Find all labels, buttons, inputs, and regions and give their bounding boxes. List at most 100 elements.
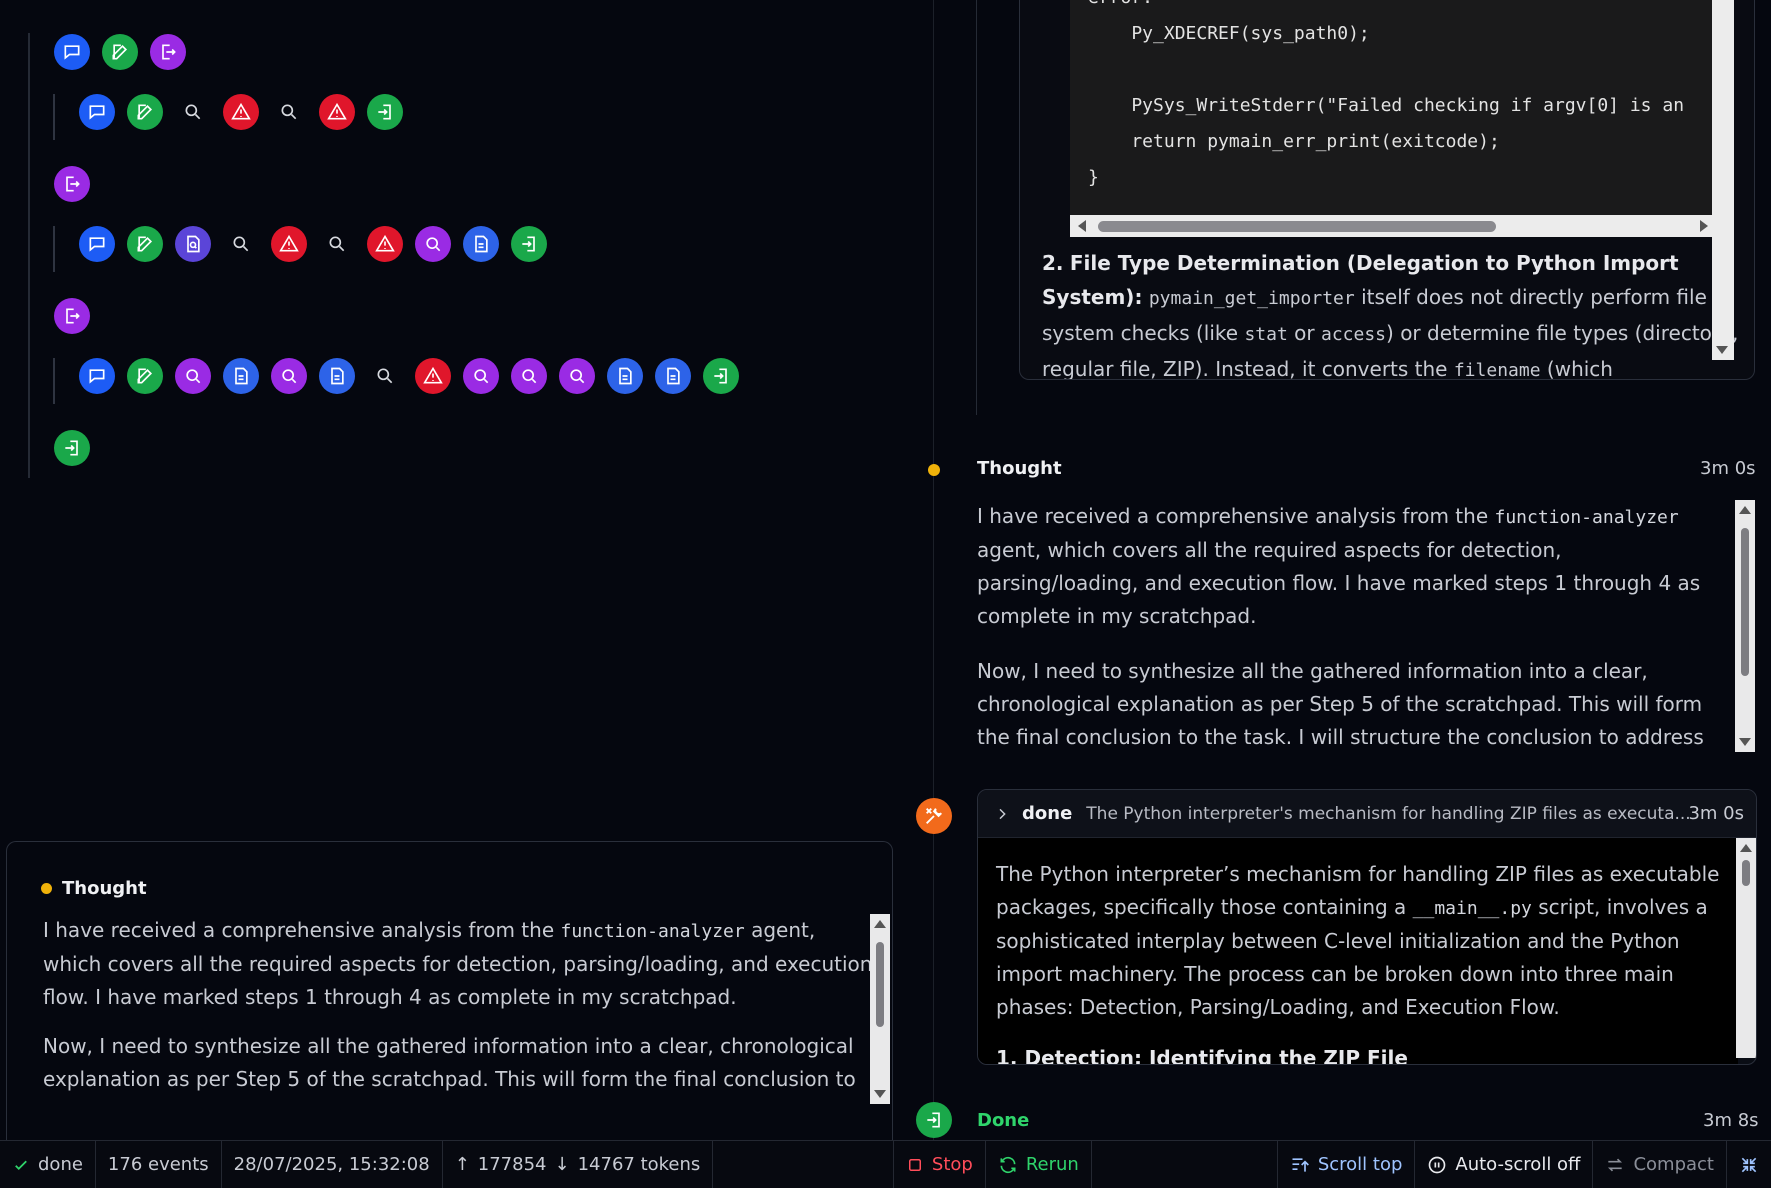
scroll-thumb[interactable] <box>876 942 884 1027</box>
chat-icon[interactable] <box>54 34 90 70</box>
thought-title: Thought <box>977 458 1062 479</box>
enter-icon[interactable] <box>54 430 90 466</box>
run-status: done <box>0 1141 96 1188</box>
exit-icon[interactable] <box>54 166 90 202</box>
tokens-output: 14767 tokens <box>577 1154 701 1175</box>
warning-icon[interactable] <box>223 94 259 130</box>
stop-button[interactable]: Stop <box>892 1141 986 1188</box>
inline-code: pymain_get_importer <box>1148 288 1355 309</box>
tool-result-header[interactable]: done The Python interpreter's mechanism … <box>978 790 1756 838</box>
search-icon[interactable] <box>175 358 211 394</box>
timeline-line <box>28 33 30 478</box>
rerun-button[interactable]: Rerun <box>986 1141 1092 1188</box>
inline-code: function-analyzer <box>1494 507 1679 528</box>
right-timeline-line <box>976 0 977 415</box>
search-icon[interactable] <box>367 358 403 394</box>
thought-paragraph: I have received a comprehensive analysis… <box>977 500 1725 633</box>
result-scrollbar[interactable] <box>1736 838 1756 1058</box>
thought-content: I have received a comprehensive analysis… <box>977 500 1725 752</box>
thought-paragraph: Now, I need to synthesize all the gather… <box>977 659 1704 749</box>
chevron-right-icon[interactable] <box>994 806 1010 822</box>
edit-icon[interactable] <box>102 34 138 70</box>
status-bar: done 176 events 28/07/2025, 15:32:08 ↑ 1… <box>0 1140 1771 1188</box>
scroll-thumb[interactable] <box>1742 860 1750 886</box>
scroll-thumb[interactable] <box>1098 221 1496 232</box>
search-icon[interactable] <box>271 358 307 394</box>
scroll-up-arrow[interactable] <box>1739 506 1751 514</box>
list-number: 2. <box>1042 251 1064 275</box>
search-icon[interactable] <box>175 94 211 130</box>
tools-icon <box>916 798 952 834</box>
exit-icon[interactable] <box>54 298 90 334</box>
code-block: error: Py_XDECREF(sys_path0); PySys_Writ… <box>1070 0 1716 215</box>
inline-code: __main__.py <box>1412 898 1532 919</box>
chat-icon[interactable] <box>79 94 115 130</box>
pause-icon <box>1429 1156 1446 1173</box>
sub-timeline-line <box>53 94 55 140</box>
search-icon[interactable] <box>271 94 307 130</box>
thought-scrollbar[interactable] <box>870 914 890 1104</box>
scroll-left-arrow[interactable] <box>1078 220 1086 232</box>
text: I have received a comprehensive analysis… <box>977 504 1495 528</box>
numbered-list-item: 2. File Type Determination (Delegation t… <box>1042 246 1742 379</box>
enter-icon[interactable] <box>703 358 739 394</box>
scroll-top-label: Scroll top <box>1317 1154 1403 1175</box>
warning-icon[interactable] <box>319 94 355 130</box>
scroll-down-arrow[interactable] <box>874 1090 886 1098</box>
enter-icon[interactable] <box>367 94 403 130</box>
warning-icon[interactable] <box>271 226 307 262</box>
scroll-right-arrow[interactable] <box>1700 220 1708 232</box>
enter-icon[interactable] <box>511 226 547 262</box>
search-icon[interactable] <box>511 358 547 394</box>
scroll-up-arrow[interactable] <box>874 920 886 928</box>
scroll-down-arrow[interactable] <box>1716 346 1728 354</box>
result-paragraph: The Python interpreter’s mechanism for h… <box>996 858 1720 1024</box>
edit-icon[interactable] <box>127 358 163 394</box>
tool-result-body: The Python interpreter’s mechanism for h… <box>978 838 1738 1065</box>
timeline-row-5 <box>54 298 90 334</box>
chat-icon[interactable] <box>79 358 115 394</box>
file-icon[interactable] <box>223 358 259 394</box>
search-icon[interactable] <box>559 358 595 394</box>
panel-divider[interactable] <box>933 0 934 1140</box>
search-icon[interactable] <box>319 226 355 262</box>
compact-button[interactable]: Compact <box>1593 1141 1727 1188</box>
file-icon[interactable] <box>655 358 691 394</box>
file-icon[interactable] <box>607 358 643 394</box>
scroll-down-arrow[interactable] <box>1739 738 1751 746</box>
search-icon[interactable] <box>463 358 499 394</box>
exit-icon[interactable] <box>150 34 186 70</box>
file-search-icon[interactable] <box>175 226 211 262</box>
file-icon[interactable] <box>319 358 355 394</box>
thought-paragraph: I have received a comprehensive analysis… <box>43 914 873 1014</box>
warning-icon[interactable] <box>367 226 403 262</box>
arrow-up-icon: ↑ <box>454 1154 470 1175</box>
warning-icon[interactable] <box>415 358 451 394</box>
thought-scrollbar[interactable] <box>1735 500 1755 752</box>
code-hscrollbar[interactable] <box>1070 215 1716 237</box>
scroll-top-button[interactable]: Scroll top <box>1276 1141 1416 1188</box>
search-icon[interactable] <box>223 226 259 262</box>
timeline-row-3 <box>54 166 90 202</box>
chat-icon[interactable] <box>79 226 115 262</box>
file-icon[interactable] <box>463 226 499 262</box>
thought-paragraph: Now, I need to synthesize all the gather… <box>43 1034 856 1091</box>
search-icon[interactable] <box>415 226 451 262</box>
scroll-thumb[interactable] <box>1741 528 1749 676</box>
output-scrollbar[interactable] <box>1712 0 1734 360</box>
done-title: Done <box>977 1110 1030 1131</box>
text: or <box>1287 321 1321 345</box>
scroll-thumb[interactable] <box>1718 0 1727 330</box>
edit-icon[interactable] <box>127 94 163 130</box>
collapse-button[interactable] <box>1727 1141 1771 1188</box>
thought-dot <box>41 883 52 894</box>
edit-icon[interactable] <box>127 226 163 262</box>
thought-content: I have received a comprehensive analysis… <box>43 914 873 1140</box>
scroll-top-icon <box>1292 1157 1309 1172</box>
result-heading: 1. Detection: Identifying the ZIP File <box>996 1046 1408 1065</box>
compact-label: Compact <box>1633 1154 1714 1175</box>
scroll-up-arrow[interactable] <box>1740 844 1752 852</box>
autoscroll-button[interactable]: Auto-scroll off <box>1415 1141 1594 1188</box>
thought-detail-panel: Thought I have received a comprehensive … <box>6 841 893 1141</box>
